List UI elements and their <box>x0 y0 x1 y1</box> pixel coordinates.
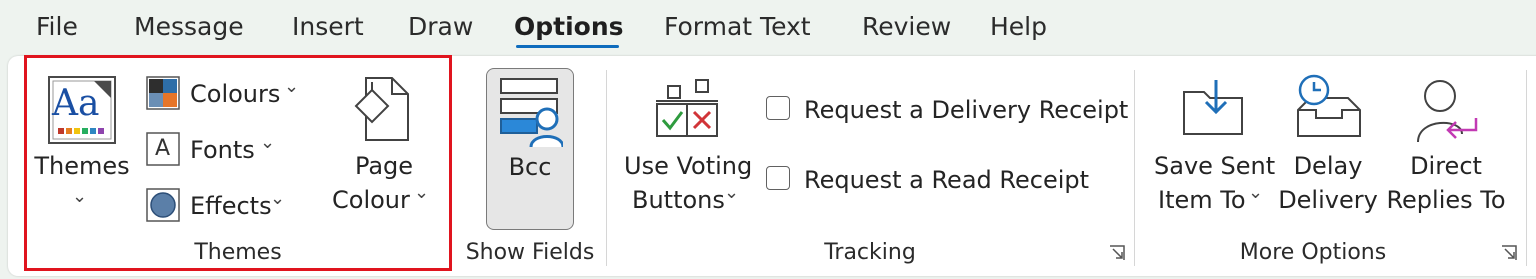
page-colour-button[interactable]: Page Colour ⌄ <box>326 70 442 230</box>
read-receipt-label: Request a Read Receipt <box>804 166 1090 194</box>
save-sent-label-line1: Save Sent <box>1154 152 1276 180</box>
active-tab-indicator <box>516 45 619 48</box>
voting-icon <box>656 79 718 137</box>
page-colour-icon <box>354 77 409 141</box>
direct-replies-icon <box>1417 80 1478 143</box>
direct-label-line2: Replies To <box>1386 186 1506 214</box>
voting-label-line1: Use Voting <box>624 152 753 180</box>
dialog-launcher-icon[interactable] <box>1500 244 1518 262</box>
chevron-down-icon: ⌄ <box>260 132 276 153</box>
bcc-button[interactable]: Bcc <box>486 68 574 230</box>
delivery-receipt-checkbox-row[interactable]: Request a Delivery Receipt <box>766 94 1128 130</box>
dialog-launcher-icon[interactable] <box>1108 244 1126 262</box>
colours-button[interactable]: Colours ⌄ <box>146 74 306 114</box>
read-receipt-checkbox-row[interactable]: Request a Read Receipt <box>766 164 1110 200</box>
chevron-down-icon: ⌄ <box>1248 182 1264 203</box>
effects-label: Effects <box>190 192 272 220</box>
group-separator <box>1526 70 1527 266</box>
tab-help[interactable]: Help <box>990 10 1047 44</box>
save-sent-folder-icon <box>1183 80 1243 135</box>
themes-label: Themes <box>34 152 130 180</box>
tab-format-text[interactable]: Format Text <box>664 10 811 44</box>
effects-button[interactable]: Effects ⌄ <box>146 186 296 226</box>
bcc-icon <box>500 78 563 148</box>
themes-group-label: Themes <box>194 240 282 265</box>
save-sent-item-to-button[interactable]: Save Sent Item To ⌄ <box>1154 70 1276 230</box>
voting-label-line2: Buttons <box>632 186 725 214</box>
delivery-receipt-checkbox[interactable] <box>766 96 790 120</box>
chevron-down-icon: ⌄ <box>724 182 740 203</box>
bcc-label: Bcc <box>508 153 552 181</box>
group-separator <box>606 70 607 266</box>
fonts-label: Fonts <box>190 136 255 164</box>
direct-replies-to-button[interactable]: Direct Replies To <box>1384 70 1508 230</box>
themes-button[interactable]: Aa Themes ⌄ <box>34 70 130 230</box>
chevron-down-icon: ⌄ <box>72 186 88 207</box>
tab-file[interactable]: File <box>36 10 78 44</box>
delivery-receipt-label: Request a Delivery Receipt <box>804 96 1129 124</box>
tracking-group-label: Tracking <box>824 240 916 265</box>
save-sent-label-line2: Item To <box>1158 186 1246 214</box>
tab-message[interactable]: Message <box>134 10 244 44</box>
tab-draw[interactable]: Draw <box>408 10 473 44</box>
colours-icon <box>146 76 180 110</box>
group-separator <box>1134 70 1135 266</box>
delay-label-line1: Delay <box>1293 152 1363 180</box>
delay-delivery-button[interactable]: Delay Delivery <box>1278 70 1378 230</box>
read-receipt-checkbox[interactable] <box>766 166 790 190</box>
direct-label-line1: Direct <box>1410 152 1482 180</box>
more-options-group-label: More Options <box>1239 240 1387 265</box>
tab-review[interactable]: Review <box>862 10 951 44</box>
chevron-down-icon: ⌄ <box>284 76 300 97</box>
show-fields-group-label: Show Fields <box>465 240 595 265</box>
use-voting-buttons-button[interactable]: Use Voting Buttons ⌄ <box>624 70 753 230</box>
fonts-icon-text: A <box>155 136 171 161</box>
page-colour-label-line2: Colour <box>332 186 410 214</box>
tab-options[interactable]: Options <box>514 10 624 44</box>
delay-delivery-icon <box>1297 74 1361 137</box>
page-colour-label-line1: Page <box>354 152 414 180</box>
menu-bar: File Message Insert Draw Options Format … <box>0 0 1536 56</box>
fonts-button[interactable]: A Fonts ⌄ <box>146 130 286 170</box>
chevron-down-icon: ⌄ <box>270 188 286 209</box>
effects-icon <box>146 188 180 222</box>
themes-icon-text: Aa <box>52 83 100 124</box>
tab-insert[interactable]: Insert <box>292 10 364 44</box>
delay-label-line2: Delivery <box>1278 186 1378 214</box>
colours-label: Colours <box>190 80 281 108</box>
chevron-down-icon: ⌄ <box>414 182 430 203</box>
